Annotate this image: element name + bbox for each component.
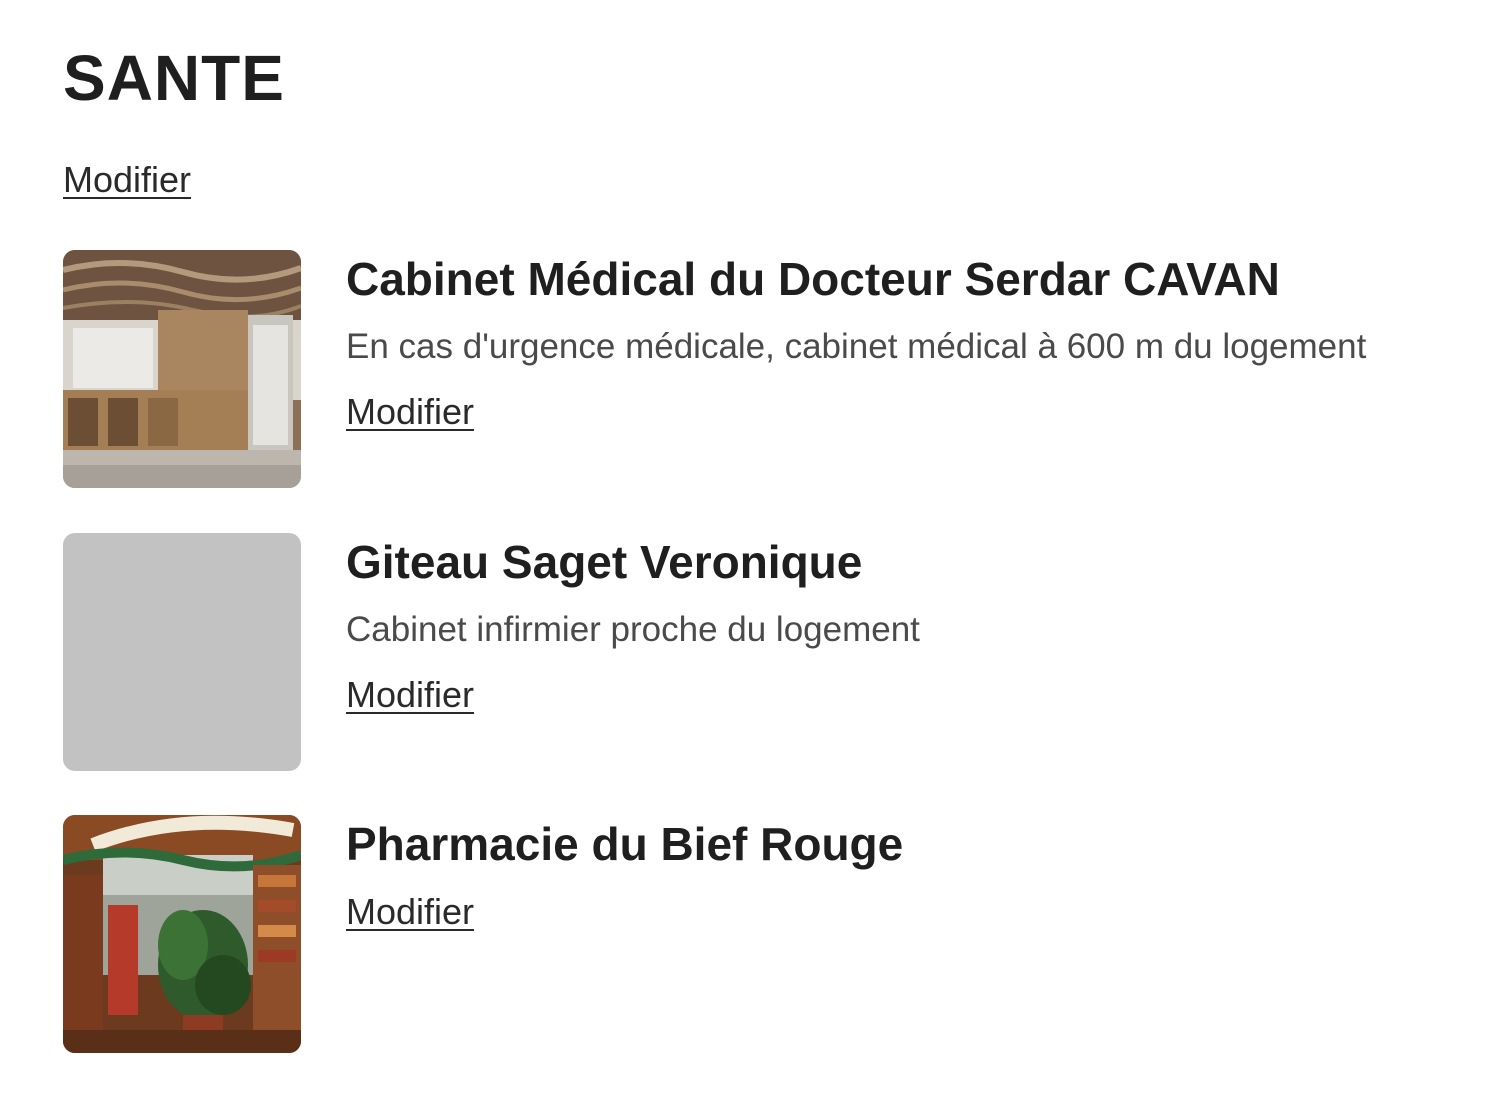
- thumbnail-image[interactable]: [63, 250, 301, 488]
- list-item: Pharmacie du Bief Rouge Modifier: [63, 815, 1483, 1053]
- item-edit-link[interactable]: Modifier: [346, 675, 474, 715]
- item-title[interactable]: Pharmacie du Bief Rouge: [346, 817, 903, 871]
- list-item: Cabinet Médical du Docteur Serdar CAVAN …: [63, 250, 1483, 488]
- item-title[interactable]: Giteau Saget Veronique: [346, 535, 862, 589]
- medical-office-photo: [63, 250, 301, 488]
- section-title: SANTE: [63, 42, 285, 114]
- pharmacy-photo: [63, 815, 301, 1053]
- item-description: En cas d'urgence médicale, cabinet médic…: [346, 327, 1367, 366]
- item-description: Cabinet infirmier proche du logement: [346, 610, 920, 649]
- item-edit-link[interactable]: Modifier: [346, 892, 474, 932]
- thumbnail-image[interactable]: [63, 815, 301, 1053]
- list-item: Giteau Saget Veronique Cabinet infirmier…: [63, 533, 1483, 771]
- thumbnail-placeholder[interactable]: [63, 533, 301, 771]
- section-edit-link[interactable]: Modifier: [63, 160, 191, 200]
- item-title[interactable]: Cabinet Médical du Docteur Serdar CAVAN: [346, 252, 1280, 306]
- item-edit-link[interactable]: Modifier: [346, 392, 474, 432]
